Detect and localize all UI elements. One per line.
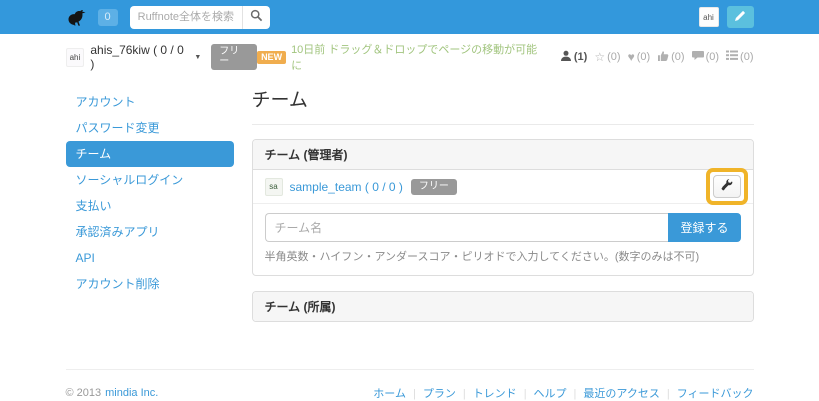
footer-link-help[interactable]: ヘルプ xyxy=(517,385,567,401)
wrench-icon xyxy=(720,179,733,194)
admin-team-panel: チーム (管理者) sa sample_team ( 0 / 0 ) フリー xyxy=(252,139,754,276)
account-menu[interactable]: ahi ahis_76kiw ( 0 / 0 ) ▼ xyxy=(66,43,202,71)
star-icon: ☆ xyxy=(594,51,605,63)
pencil-icon xyxy=(734,10,746,25)
search-icon xyxy=(250,9,263,25)
member-team-panel: チーム (所属) xyxy=(252,291,754,322)
page-title: チーム xyxy=(252,81,754,125)
star-counter[interactable]: ☆ (0) xyxy=(594,51,620,63)
footer-link-recent-access[interactable]: 最近のアクセス xyxy=(567,385,660,401)
footer-links: ホーム プラン トレンド ヘルプ 最近のアクセス フィードバック xyxy=(373,385,753,401)
top-navbar: 0 ahi xyxy=(0,0,819,34)
copyright-text: © 2013 xyxy=(66,387,102,399)
sidebar-item-api[interactable]: API xyxy=(66,245,234,271)
members-counter[interactable]: (1) xyxy=(560,50,587,65)
person-icon xyxy=(560,50,572,65)
team-plan-badge: フリー xyxy=(411,179,457,195)
footer-link-home[interactable]: ホーム xyxy=(373,385,406,401)
comment-counter[interactable]: (0) xyxy=(692,50,719,64)
thumbsup-icon xyxy=(657,50,669,65)
sidebar-item-team[interactable]: チーム xyxy=(66,141,234,167)
heart-icon: ♥ xyxy=(628,51,635,63)
sidebar-item-approved-apps[interactable]: 承認済みアプリ xyxy=(66,219,234,245)
register-team-button[interactable]: 登録する xyxy=(668,213,740,242)
sidebar-item-password[interactable]: パスワード変更 xyxy=(66,115,234,141)
create-team-form: 登録する 半角英数・ハイフン・アンダースコア・ピリオドで入力してください。(数字… xyxy=(253,204,753,275)
admin-panel-header: チーム (管理者) xyxy=(253,140,753,170)
user-avatar[interactable]: ahi xyxy=(699,7,719,27)
account-username: ahis_76kiw ( 0 / 0 ) xyxy=(90,43,190,71)
sidebar-item-payment[interactable]: 支払い xyxy=(66,193,234,219)
notification-count-badge[interactable]: 0 xyxy=(98,9,118,26)
team-avatar: sa xyxy=(265,178,283,196)
thumbsup-counter[interactable]: (0) xyxy=(657,50,684,65)
caret-down-icon: ▼ xyxy=(194,54,201,61)
account-avatar: ahi xyxy=(66,48,85,67)
new-note-button[interactable] xyxy=(727,6,754,28)
list-icon xyxy=(726,50,738,64)
global-search xyxy=(130,6,270,29)
settings-sidebar: アカウント パスワード変更 チーム ソーシャルログイン 支払い 承認済みアプリ … xyxy=(66,81,234,297)
page-footer: © 2013 mindia Inc. ホーム プラン トレンド ヘルプ 最近のア… xyxy=(0,369,819,401)
footer-link-feedback[interactable]: フィードバック xyxy=(660,385,754,401)
search-input[interactable] xyxy=(130,6,242,29)
heart-counter[interactable]: ♥ (0) xyxy=(628,51,651,63)
team-row: sa sample_team ( 0 / 0 ) フリー xyxy=(253,170,753,204)
team-name-input[interactable] xyxy=(265,213,669,242)
new-badge: NEW xyxy=(257,51,286,64)
team-name-help-text: 半角英数・ハイフン・アンダースコア・ピリオドで入力してください。(数字のみは不可… xyxy=(265,248,741,264)
team-name-link[interactable]: sample_team ( 0 / 0 ) xyxy=(290,180,403,194)
sidebar-item-account[interactable]: アカウント xyxy=(66,89,234,115)
sidebar-item-social-login[interactable]: ソーシャルログイン xyxy=(66,167,234,193)
user-news-bar: ahi ahis_76kiw ( 0 / 0 ) ▼ フリー NEW 10日前 … xyxy=(0,41,819,73)
footer-link-trend[interactable]: トレンド xyxy=(456,385,517,401)
plan-badge: フリー xyxy=(211,44,257,70)
comment-icon xyxy=(692,50,704,64)
list-counter[interactable]: (0) xyxy=(726,50,753,64)
bird-logo-icon[interactable] xyxy=(66,6,92,28)
sidebar-item-delete-account[interactable]: アカウント削除 xyxy=(66,271,234,297)
news-headline-link[interactable]: 10日前 ドラッグ＆ドロップでページの移動が可能に xyxy=(291,41,545,73)
member-panel-header: チーム (所属) xyxy=(253,292,753,321)
company-link[interactable]: mindia Inc. xyxy=(105,387,158,399)
footer-link-plan[interactable]: プラン xyxy=(406,385,456,401)
search-button[interactable] xyxy=(242,6,270,29)
team-settings-button[interactable] xyxy=(713,175,741,198)
